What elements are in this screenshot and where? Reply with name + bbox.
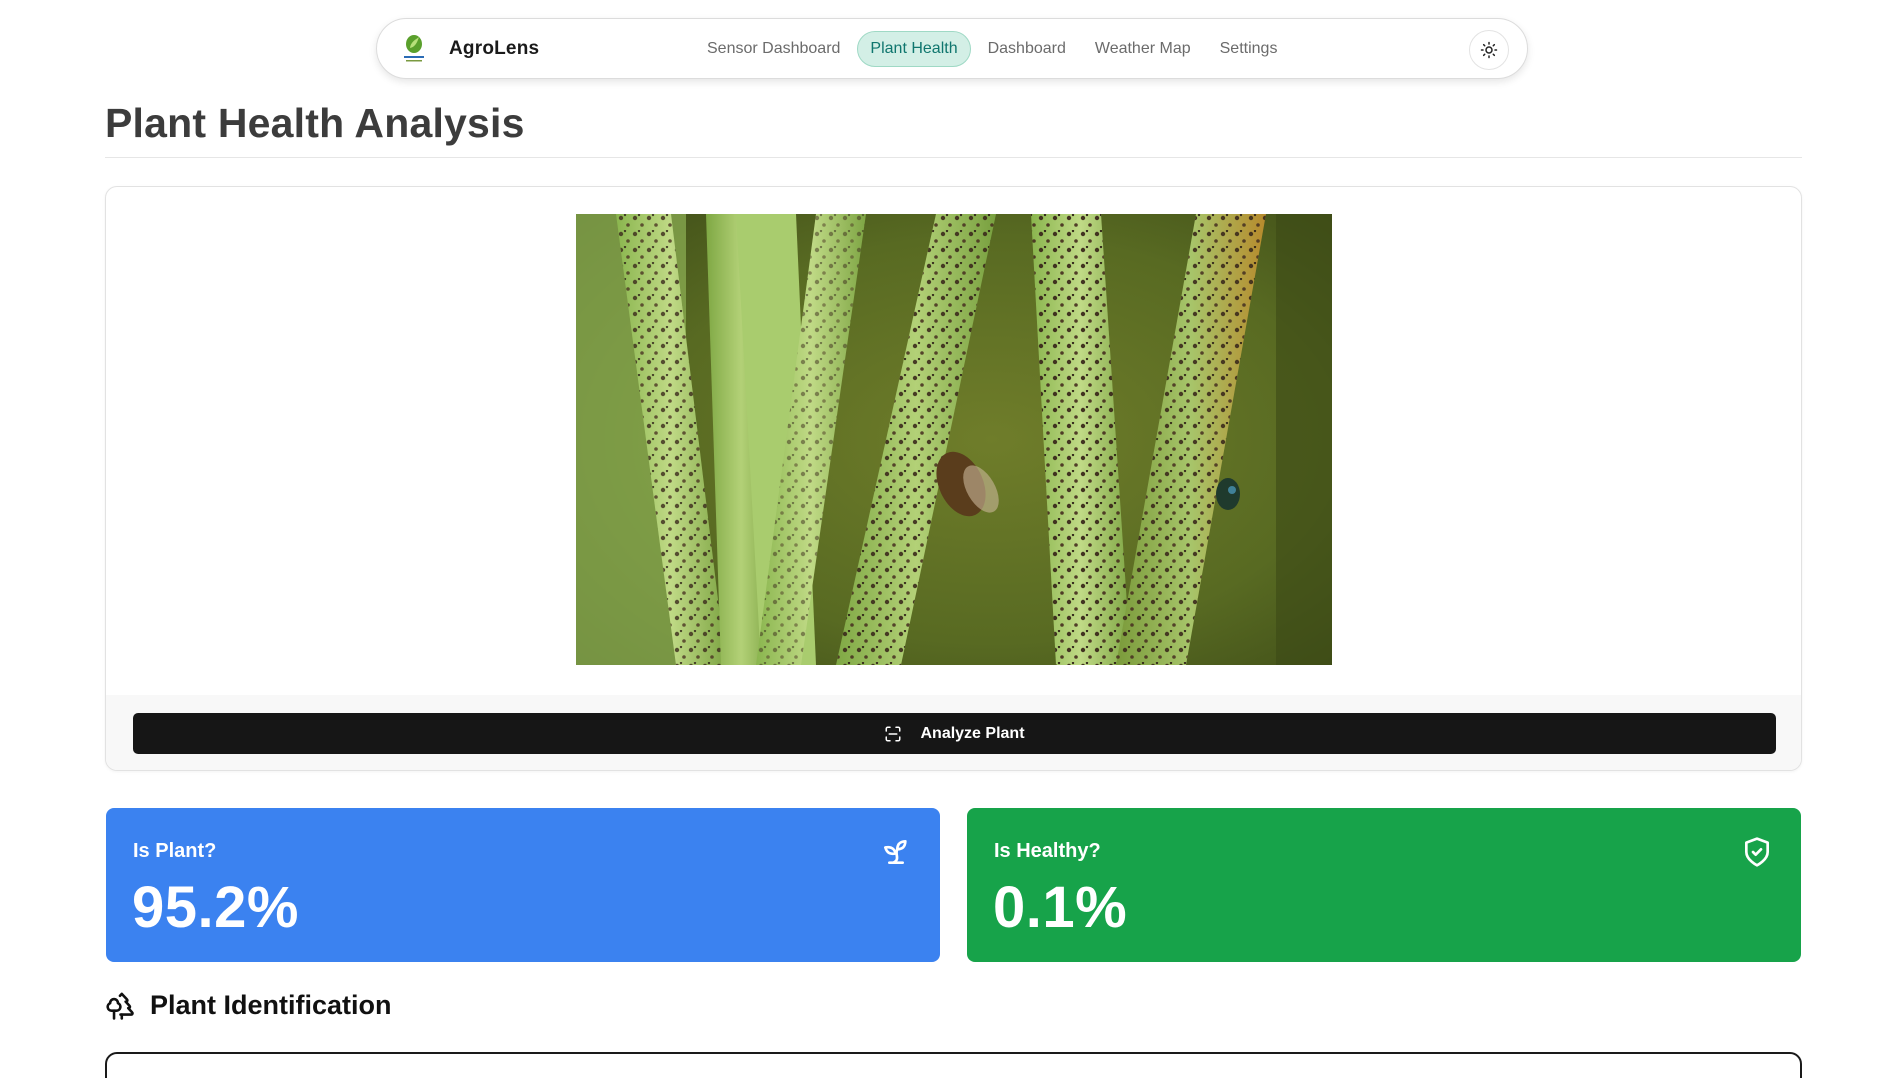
analyze-plant-label: Analyze Plant <box>920 724 1025 742</box>
brand-name: AgroLens <box>449 38 540 59</box>
nav-links: Sensor Dashboard Plant Health Dashboard … <box>695 31 1294 67</box>
nav-link-settings[interactable]: Settings <box>1208 31 1290 67</box>
plant-identification-card <box>105 1052 1802 1078</box>
trees-icon <box>106 992 134 1020</box>
uploaded-plant-image[interactable] <box>576 214 1332 665</box>
agrolens-logo-icon <box>404 35 424 62</box>
is-healthy-label: Is Healthy? <box>994 840 1101 862</box>
sprout-icon <box>884 840 907 864</box>
nav-link-sensor-dashboard[interactable]: Sensor Dashboard <box>695 31 852 67</box>
analyze-plant-button[interactable]: Analyze Plant <box>133 713 1776 754</box>
theme-toggle-button[interactable] <box>1469 30 1509 70</box>
is-plant-value: 95.2% <box>132 875 299 940</box>
plant-identification-header: Plant Identification <box>105 990 392 1021</box>
is-healthy-card: Is Healthy? 0.1% <box>967 808 1801 962</box>
sun-icon <box>1480 41 1498 59</box>
brand[interactable]: AgroLens <box>399 33 539 65</box>
is-plant-label: Is Plant? <box>133 840 217 862</box>
is-healthy-value: 0.1% <box>993 875 1128 940</box>
title-divider <box>105 157 1802 158</box>
page-title: Plant Health Analysis <box>105 100 525 146</box>
nav-link-plant-health[interactable]: Plant Health <box>857 31 971 67</box>
scan-icon <box>885 726 901 741</box>
image-card-footer: Analyze Plant <box>106 695 1801 770</box>
is-plant-card: Is Plant? 95.2% <box>106 808 940 962</box>
plant-identification-title: Plant Identification <box>150 990 392 1020</box>
top-navbar: AgroLens Sensor Dashboard Plant Health D… <box>376 18 1528 79</box>
nav-link-weather-map[interactable]: Weather Map <box>1083 31 1203 67</box>
image-analysis-card: Analyze Plant <box>105 186 1802 771</box>
nav-link-dashboard[interactable]: Dashboard <box>976 31 1078 67</box>
shield-check-icon <box>1745 837 1769 867</box>
